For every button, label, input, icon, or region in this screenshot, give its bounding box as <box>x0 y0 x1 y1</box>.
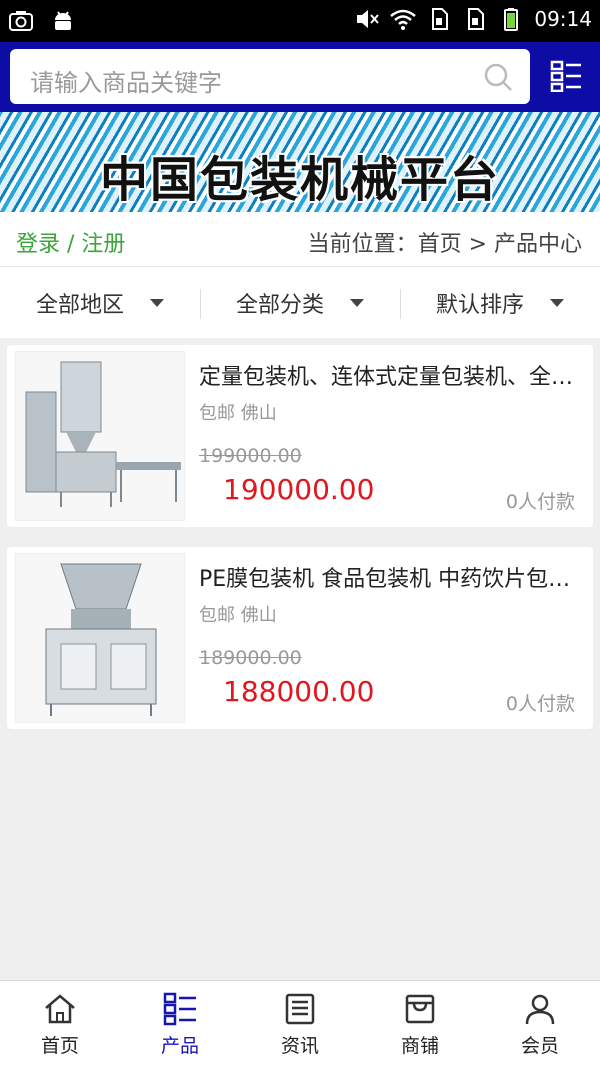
wifi-icon <box>390 9 417 30</box>
sales-count: 0人付款 <box>505 693 575 715</box>
machine-image-icon <box>45 563 157 716</box>
breadcrumb: 当前位置：首页 > 产品中心 <box>307 232 582 257</box>
news-icon <box>285 993 315 1025</box>
product-price: 188000.00 <box>223 675 375 708</box>
search-icon[interactable] <box>482 61 514 93</box>
nav-news[interactable]: 资讯 <box>240 981 360 1067</box>
original-price: 199000.00 <box>199 445 302 467</box>
nav-label: 首页 <box>40 1035 79 1057</box>
product-title: 定量包装机、连体式定量包装机、全自动包装机 <box>199 365 579 390</box>
original-price: 189000.00 <box>199 647 302 669</box>
nav-label: 会员 <box>520 1035 559 1057</box>
status-bar: 09:14 <box>0 0 600 42</box>
nav-label: 资讯 <box>280 1035 319 1057</box>
category-menu-icon[interactable] <box>550 60 582 92</box>
header-bar: 请输入商品关键字 <box>0 42 600 112</box>
search-placeholder: 请输入商品关键字 <box>30 69 222 97</box>
shop-icon <box>405 994 435 1024</box>
filter-label: 全部分类 <box>235 292 324 318</box>
nav-label: 商铺 <box>400 1035 439 1057</box>
product-location: 包邮 佛山 <box>199 403 277 424</box>
dropdown-caret-icon <box>150 298 164 307</box>
machine-image-icon <box>25 361 181 507</box>
product-location: 包邮 佛山 <box>199 605 277 626</box>
banner[interactable]: 中国包装机械平台 <box>0 112 600 212</box>
filter-label: 默认排序 <box>435 292 524 318</box>
dropdown-caret-icon <box>550 298 564 307</box>
product-image[interactable] <box>15 351 185 521</box>
filter-bar: 全部地区 全部分类 默认排序 <box>0 266 600 338</box>
screenshot-icon <box>9 11 33 31</box>
login-register-link[interactable]: 登录 / 注册 <box>16 226 125 258</box>
bottom-nav: 首页 产品 资讯 商铺 会员 <box>0 980 600 1067</box>
product-title: PE膜包装机 食品包装机 中药饮片包装机 <box>199 567 579 592</box>
product-card[interactable]: 定量包装机、连体式定量包装机、全自动包装机 包邮 佛山 199000.00 19… <box>7 345 593 527</box>
nav-shop[interactable]: 商铺 <box>360 981 480 1067</box>
filter-region[interactable]: 全部地区 <box>0 267 200 338</box>
product-card[interactable]: PE膜包装机 食品包装机 中药饮片包装机 包邮 佛山 189000.00 188… <box>7 547 593 729</box>
sales-count: 0人付款 <box>505 491 575 513</box>
list-icon <box>163 992 196 1026</box>
sim-card-2-icon <box>468 8 485 30</box>
product-image[interactable] <box>15 553 185 723</box>
filter-label: 全部地区 <box>35 292 124 318</box>
android-icon <box>55 11 71 30</box>
mute-icon <box>357 10 380 28</box>
filter-sort[interactable]: 默认排序 <box>400 267 600 338</box>
nav-products[interactable]: 产品 <box>120 981 240 1067</box>
dropdown-caret-icon <box>350 298 364 307</box>
filter-category[interactable]: 全部分类 <box>200 267 400 338</box>
sim-card-icon <box>432 8 449 30</box>
clock: 09:14 <box>534 7 592 31</box>
nav-member[interactable]: 会员 <box>480 981 600 1067</box>
banner-title: 中国包装机械平台 <box>99 152 500 208</box>
nav-home[interactable]: 首页 <box>0 981 120 1067</box>
search-input[interactable]: 请输入商品关键字 <box>10 49 530 104</box>
product-price: 190000.00 <box>223 473 375 506</box>
home-icon <box>45 994 75 1024</box>
battery-icon <box>504 8 519 31</box>
info-bar: 登录 / 注册 当前位置：首页 > 产品中心 <box>0 212 600 266</box>
nav-label: 产品 <box>160 1035 199 1057</box>
user-icon <box>525 994 555 1025</box>
